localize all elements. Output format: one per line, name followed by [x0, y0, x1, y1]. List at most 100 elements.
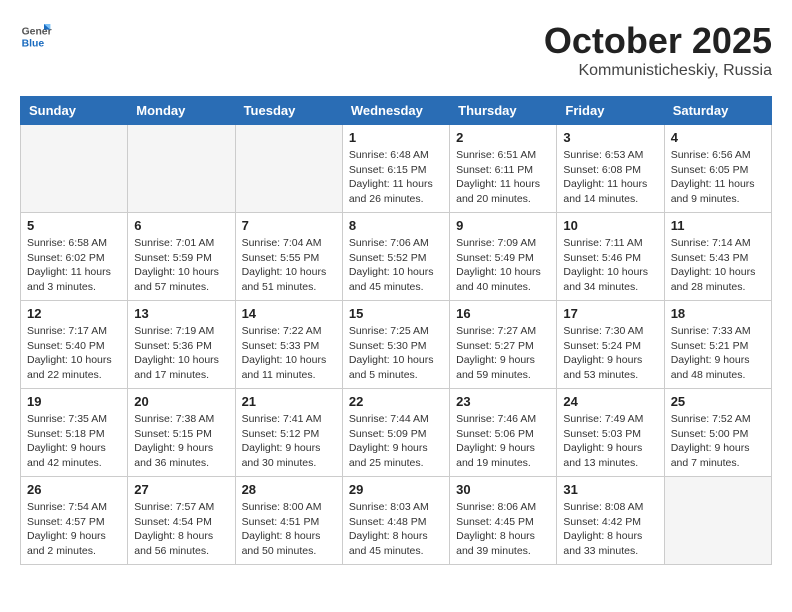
calendar-cell: 13Sunrise: 7:19 AM Sunset: 5:36 PM Dayli…: [128, 301, 235, 389]
day-number: 15: [349, 306, 443, 321]
day-number: 17: [563, 306, 657, 321]
day-number: 4: [671, 130, 765, 145]
day-number: 5: [27, 218, 121, 233]
calendar-cell: 24 Sunrise: 7:49 AM Sunset: 5:03 PM Dayli…: [557, 389, 664, 477]
day-number: 12: [27, 306, 121, 321]
logo: General Blue: [20, 20, 52, 52]
svg-text:Blue: Blue: [22, 38, 45, 49]
day-info: Sunrise: 7:49 AM Sunset: 5:03 PM Dayligh…: [563, 412, 657, 471]
day-number: 18: [671, 306, 765, 321]
day-info: Sunrise: 7:57 AM Sunset: 4:54 PM Dayligh…: [134, 500, 228, 559]
calendar-cell: 6 Sunrise: 7:01 AM Sunset: 5:59 PM Daylig…: [128, 213, 235, 301]
calendar-cell: 15Sunrise: 7:25 AM Sunset: 5:30 PM Dayli…: [342, 301, 449, 389]
day-info: Sunrise: 6:56 AM Sunset: 6:05 PM Dayligh…: [671, 148, 765, 207]
calendar-cell: 28Sunrise: 8:00 AM Sunset: 4:51 PM Dayli…: [235, 477, 342, 565]
day-number: 6: [134, 218, 228, 233]
day-number: 26: [27, 482, 121, 497]
calendar-week-5: 26Sunrise: 7:54 AM Sunset: 4:57 PM Dayli…: [21, 477, 772, 565]
day-header-monday: Monday: [128, 97, 235, 125]
day-number: 19: [27, 394, 121, 409]
day-header-wednesday: Wednesday: [342, 97, 449, 125]
day-number: 14: [242, 306, 336, 321]
calendar-cell: 26Sunrise: 7:54 AM Sunset: 4:57 PM Dayli…: [21, 477, 128, 565]
day-info: Sunrise: 7:35 AM Sunset: 5:18 PM Dayligh…: [27, 412, 121, 471]
day-header-tuesday: Tuesday: [235, 97, 342, 125]
day-number: 3: [563, 130, 657, 145]
calendar-cell: 5 Sunrise: 6:58 AM Sunset: 6:02 PM Daylig…: [21, 213, 128, 301]
day-info: Sunrise: 7:01 AM Sunset: 5:59 PM Dayligh…: [134, 236, 228, 295]
calendar-table: SundayMondayTuesdayWednesdayThursdayFrid…: [20, 96, 772, 565]
calendar-cell: 1Sunrise: 6:48 AM Sunset: 6:15 PM Daylig…: [342, 125, 449, 213]
day-number: 10: [563, 218, 657, 233]
calendar-cell: 25 Sunrise: 7:52 AM Sunset: 5:00 PM Dayli…: [664, 389, 771, 477]
day-number: 8: [349, 218, 443, 233]
calendar-week-3: 12 Sunrise: 7:17 AM Sunset: 5:40 PM Dayli…: [21, 301, 772, 389]
calendar-cell: 11Sunrise: 7:14 AM Sunset: 5:43 PM Dayli…: [664, 213, 771, 301]
calendar-cell: 14 Sunrise: 7:22 AM Sunset: 5:33 PM Dayli…: [235, 301, 342, 389]
calendar-cell: 21 Sunrise: 7:41 AM Sunset: 5:12 PM Dayli…: [235, 389, 342, 477]
day-number: 16: [456, 306, 550, 321]
calendar-cell: 16 Sunrise: 7:27 AM Sunset: 5:27 PM Dayli…: [450, 301, 557, 389]
day-info: Sunrise: 7:09 AM Sunset: 5:49 PM Dayligh…: [456, 236, 550, 295]
calendar-cell: 30 Sunrise: 8:06 AM Sunset: 4:45 PM Dayli…: [450, 477, 557, 565]
day-info: Sunrise: 7:17 AM Sunset: 5:40 PM Dayligh…: [27, 324, 121, 383]
logo-icon: General Blue: [20, 20, 52, 52]
day-header-sunday: Sunday: [21, 97, 128, 125]
day-number: 23: [456, 394, 550, 409]
calendar-cell: 31 Sunrise: 8:08 AM Sunset: 4:42 PM Dayli…: [557, 477, 664, 565]
calendar-week-4: 19 Sunrise: 7:35 AM Sunset: 5:18 PM Dayli…: [21, 389, 772, 477]
day-info: Sunrise: 7:33 AM Sunset: 5:21 PM Dayligh…: [671, 324, 765, 383]
day-number: 25: [671, 394, 765, 409]
day-header-saturday: Saturday: [664, 97, 771, 125]
day-info: Sunrise: 7:46 AM Sunset: 5:06 PM Dayligh…: [456, 412, 550, 471]
calendar-cell: 10 Sunrise: 7:11 AM Sunset: 5:46 PM Dayli…: [557, 213, 664, 301]
calendar-cell: 2 Sunrise: 6:51 AM Sunset: 6:11 PM Daylig…: [450, 125, 557, 213]
calendar-cell: 4 Sunrise: 6:56 AM Sunset: 6:05 PM Daylig…: [664, 125, 771, 213]
day-info: Sunrise: 8:03 AM Sunset: 4:48 PM Dayligh…: [349, 500, 443, 559]
day-info: Sunrise: 8:06 AM Sunset: 4:45 PM Dayligh…: [456, 500, 550, 559]
calendar-cell: 29 Sunrise: 8:03 AM Sunset: 4:48 PM Dayli…: [342, 477, 449, 565]
title-section: October 2025 Kommunisticheskiy, Russia: [544, 20, 772, 80]
day-info: Sunrise: 6:53 AM Sunset: 6:08 PM Dayligh…: [563, 148, 657, 207]
day-number: 2: [456, 130, 550, 145]
day-info: Sunrise: 7:22 AM Sunset: 5:33 PM Dayligh…: [242, 324, 336, 383]
calendar-cell: 8 Sunrise: 7:06 AM Sunset: 5:52 PM Daylig…: [342, 213, 449, 301]
calendar-cell: 18 Sunrise: 7:33 AM Sunset: 5:21 PM Dayli…: [664, 301, 771, 389]
day-number: 1: [349, 130, 443, 145]
day-info: Sunrise: 7:27 AM Sunset: 5:27 PM Dayligh…: [456, 324, 550, 383]
day-number: 28: [242, 482, 336, 497]
day-number: 31: [563, 482, 657, 497]
calendar-cell: 27Sunrise: 7:57 AM Sunset: 4:54 PM Dayli…: [128, 477, 235, 565]
calendar-cell: 9 Sunrise: 7:09 AM Sunset: 5:49 PM Daylig…: [450, 213, 557, 301]
day-header-thursday: Thursday: [450, 97, 557, 125]
day-info: Sunrise: 6:51 AM Sunset: 6:11 PM Dayligh…: [456, 148, 550, 207]
day-info: Sunrise: 7:38 AM Sunset: 5:15 PM Dayligh…: [134, 412, 228, 471]
day-number: 30: [456, 482, 550, 497]
day-info: Sunrise: 7:11 AM Sunset: 5:46 PM Dayligh…: [563, 236, 657, 295]
calendar-week-1: 1Sunrise: 6:48 AM Sunset: 6:15 PM Daylig…: [21, 125, 772, 213]
day-info: Sunrise: 6:58 AM Sunset: 6:02 PM Dayligh…: [27, 236, 121, 295]
day-number: 29: [349, 482, 443, 497]
calendar-cell: 22Sunrise: 7:44 AM Sunset: 5:09 PM Dayli…: [342, 389, 449, 477]
day-number: 11: [671, 218, 765, 233]
day-header-friday: Friday: [557, 97, 664, 125]
calendar-cell: [128, 125, 235, 213]
location: Kommunisticheskiy, Russia: [544, 62, 772, 80]
day-number: 20: [134, 394, 228, 409]
day-info: Sunrise: 7:04 AM Sunset: 5:55 PM Dayligh…: [242, 236, 336, 295]
calendar-cell: [235, 125, 342, 213]
calendar-week-2: 5 Sunrise: 6:58 AM Sunset: 6:02 PM Daylig…: [21, 213, 772, 301]
calendar-cell: 3 Sunrise: 6:53 AM Sunset: 6:08 PM Daylig…: [557, 125, 664, 213]
day-number: 9: [456, 218, 550, 233]
day-info: Sunrise: 7:06 AM Sunset: 5:52 PM Dayligh…: [349, 236, 443, 295]
day-info: Sunrise: 8:08 AM Sunset: 4:42 PM Dayligh…: [563, 500, 657, 559]
calendar-cell: [21, 125, 128, 213]
day-info: Sunrise: 7:41 AM Sunset: 5:12 PM Dayligh…: [242, 412, 336, 471]
calendar-cell: 12 Sunrise: 7:17 AM Sunset: 5:40 PM Dayli…: [21, 301, 128, 389]
month-title: October 2025: [544, 20, 772, 62]
day-number: 21: [242, 394, 336, 409]
calendar-cell: 7Sunrise: 7:04 AM Sunset: 5:55 PM Daylig…: [235, 213, 342, 301]
day-number: 24: [563, 394, 657, 409]
day-info: Sunrise: 7:52 AM Sunset: 5:00 PM Dayligh…: [671, 412, 765, 471]
day-info: Sunrise: 7:30 AM Sunset: 5:24 PM Dayligh…: [563, 324, 657, 383]
